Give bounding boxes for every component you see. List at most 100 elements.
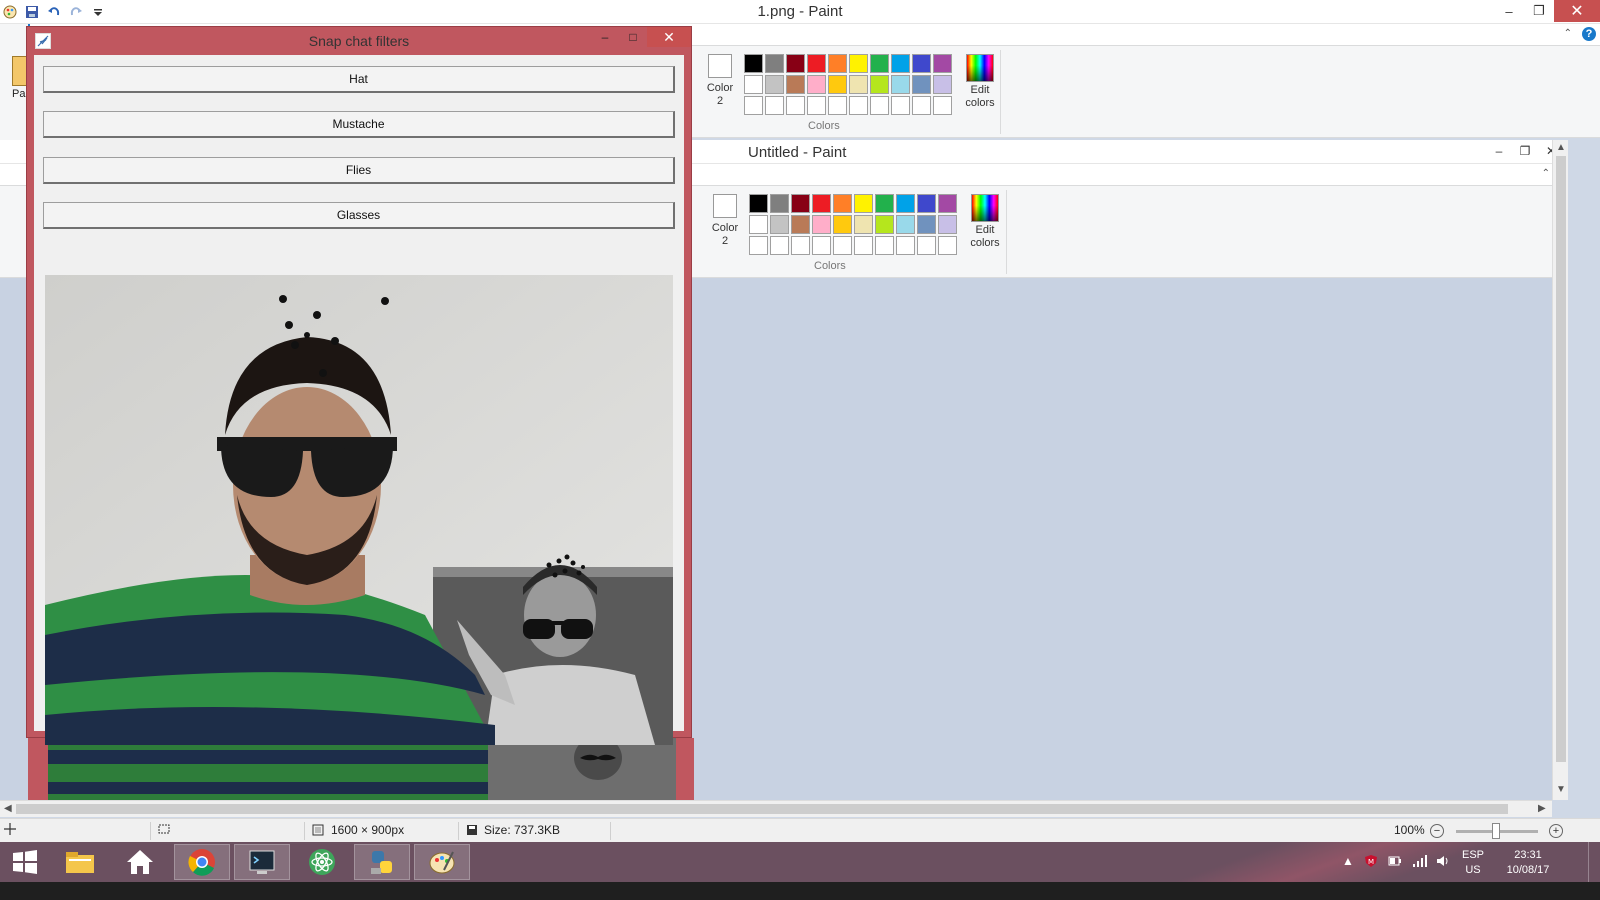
palette-swatch[interactable]	[938, 215, 957, 234]
palette-swatch[interactable]	[786, 96, 805, 115]
snap-maximize-button[interactable]: □	[619, 27, 647, 47]
snap-minimize-button[interactable]: –	[591, 27, 619, 47]
volume-icon[interactable]	[1436, 854, 1450, 871]
palette-swatch[interactable]	[807, 96, 826, 115]
palette-swatch[interactable]	[744, 75, 763, 94]
palette-swatch[interactable]	[891, 54, 910, 73]
palette-swatch[interactable]	[828, 54, 847, 73]
horizontal-scrollbar[interactable]: ◀ ▶	[0, 800, 1552, 817]
taskbar-clock[interactable]: 23:31 10/08/17	[1500, 848, 1556, 878]
palette-swatch[interactable]	[807, 54, 826, 73]
palette-swatch[interactable]	[896, 194, 915, 213]
palette-swatch[interactable]	[870, 96, 889, 115]
palette-swatch[interactable]	[765, 54, 784, 73]
taskbar-paint[interactable]	[414, 844, 470, 880]
palette-swatch[interactable]	[938, 236, 957, 255]
paint2-edit-colors-button[interactable]: Edit colors	[963, 190, 1007, 255]
palette-swatch[interactable]	[749, 236, 768, 255]
palette-swatch[interactable]	[833, 215, 852, 234]
palette-swatch[interactable]	[870, 54, 889, 73]
palette-swatch[interactable]	[749, 215, 768, 234]
palette-swatch[interactable]	[933, 96, 952, 115]
vertical-scrollbar[interactable]: ▲ ▼	[1552, 140, 1568, 800]
start-button[interactable]	[0, 844, 50, 880]
palette-swatch[interactable]	[744, 54, 763, 73]
palette-swatch[interactable]	[765, 96, 784, 115]
palette-swatch[interactable]	[912, 54, 931, 73]
palette-swatch[interactable]	[875, 194, 894, 213]
palette-swatch[interactable]	[765, 75, 784, 94]
scroll-right-icon[interactable]: ▶	[1538, 803, 1546, 814]
taskbar-file-explorer[interactable]	[52, 844, 108, 880]
palette-swatch[interactable]	[896, 215, 915, 234]
taskbar-terminal[interactable]	[234, 844, 290, 880]
taskbar-atom[interactable]	[294, 844, 350, 880]
palette-swatch[interactable]	[812, 215, 831, 234]
palette-swatch[interactable]	[812, 236, 831, 255]
help-icon[interactable]: ?	[1582, 27, 1596, 41]
paint2-color2-control[interactable]: Color 2	[707, 190, 743, 255]
scroll-left-icon[interactable]: ◀	[4, 803, 12, 814]
palette-swatch[interactable]	[896, 236, 915, 255]
palette-swatch[interactable]	[938, 194, 957, 213]
palette-swatch[interactable]	[891, 75, 910, 94]
restore-button[interactable]: ❐	[1524, 0, 1554, 22]
palette-swatch[interactable]	[849, 54, 868, 73]
palette-swatch[interactable]	[770, 236, 789, 255]
palette-swatch[interactable]	[917, 215, 936, 234]
palette-swatch[interactable]	[912, 75, 931, 94]
taskbar-python[interactable]	[354, 844, 410, 880]
palette-swatch[interactable]	[933, 75, 952, 94]
close-button[interactable]: ✕	[1554, 0, 1600, 22]
palette-swatch[interactable]	[933, 54, 952, 73]
hat-button[interactable]: Hat	[43, 66, 675, 93]
minimize-button[interactable]: –	[1494, 0, 1524, 22]
palette-swatch[interactable]	[912, 96, 931, 115]
zoom-out-icon[interactable]: −	[1430, 824, 1444, 838]
palette-swatch[interactable]	[833, 236, 852, 255]
vertical-scroll-thumb[interactable]	[1556, 156, 1566, 762]
network-signal-icon[interactable]	[1412, 854, 1428, 871]
taskbar-chrome[interactable]	[174, 844, 230, 880]
palette-swatch[interactable]	[791, 194, 810, 213]
battery-icon[interactable]	[1388, 854, 1402, 871]
flies-button[interactable]: Flies	[43, 157, 675, 184]
paint2-collapse-ribbon-icon[interactable]: ⌃	[1542, 168, 1550, 179]
palette-swatch[interactable]	[791, 215, 810, 234]
palette-swatch[interactable]	[812, 194, 831, 213]
palette-swatch[interactable]	[770, 215, 789, 234]
palette-swatch[interactable]	[749, 194, 768, 213]
zoom-slider-thumb[interactable]	[1492, 823, 1500, 839]
antivirus-shield-icon[interactable]: M	[1364, 854, 1378, 871]
horizontal-scroll-thumb[interactable]	[16, 804, 1508, 814]
palette-swatch[interactable]	[891, 96, 910, 115]
palette-swatch[interactable]	[833, 194, 852, 213]
palette-swatch[interactable]	[744, 96, 763, 115]
palette-swatch[interactable]	[807, 75, 826, 94]
input-language-indicator[interactable]: ESP US	[1458, 848, 1488, 878]
palette-swatch[interactable]	[870, 75, 889, 94]
glasses-button[interactable]: Glasses	[43, 202, 675, 229]
palette-swatch[interactable]	[770, 194, 789, 213]
paint2-restore-button[interactable]: ❐	[1512, 142, 1538, 160]
palette-swatch[interactable]	[849, 75, 868, 94]
snap-close-button[interactable]: ✕	[647, 27, 691, 47]
color2-control[interactable]: Color 2	[702, 50, 738, 115]
scroll-down-icon[interactable]: ▼	[1556, 784, 1566, 795]
edit-colors-button[interactable]: Edit colors	[958, 50, 1002, 115]
mustache-button[interactable]: Mustache	[43, 111, 675, 138]
palette-swatch[interactable]	[791, 236, 810, 255]
show-desktop-button[interactable]	[1588, 842, 1600, 882]
show-hidden-icons[interactable]: ▲	[1342, 854, 1354, 868]
zoom-in-icon[interactable]: +	[1549, 824, 1563, 838]
palette-swatch[interactable]	[917, 236, 936, 255]
palette-swatch[interactable]	[849, 96, 868, 115]
paint2-minimize-button[interactable]: –	[1486, 142, 1512, 160]
collapse-ribbon-icon[interactable]: ⌃	[1564, 28, 1572, 39]
palette-swatch[interactable]	[828, 96, 847, 115]
palette-swatch[interactable]	[828, 75, 847, 94]
palette-swatch[interactable]	[786, 54, 805, 73]
palette-swatch[interactable]	[854, 194, 873, 213]
scroll-up-icon[interactable]: ▲	[1556, 142, 1566, 153]
taskbar-home[interactable]	[112, 844, 168, 880]
